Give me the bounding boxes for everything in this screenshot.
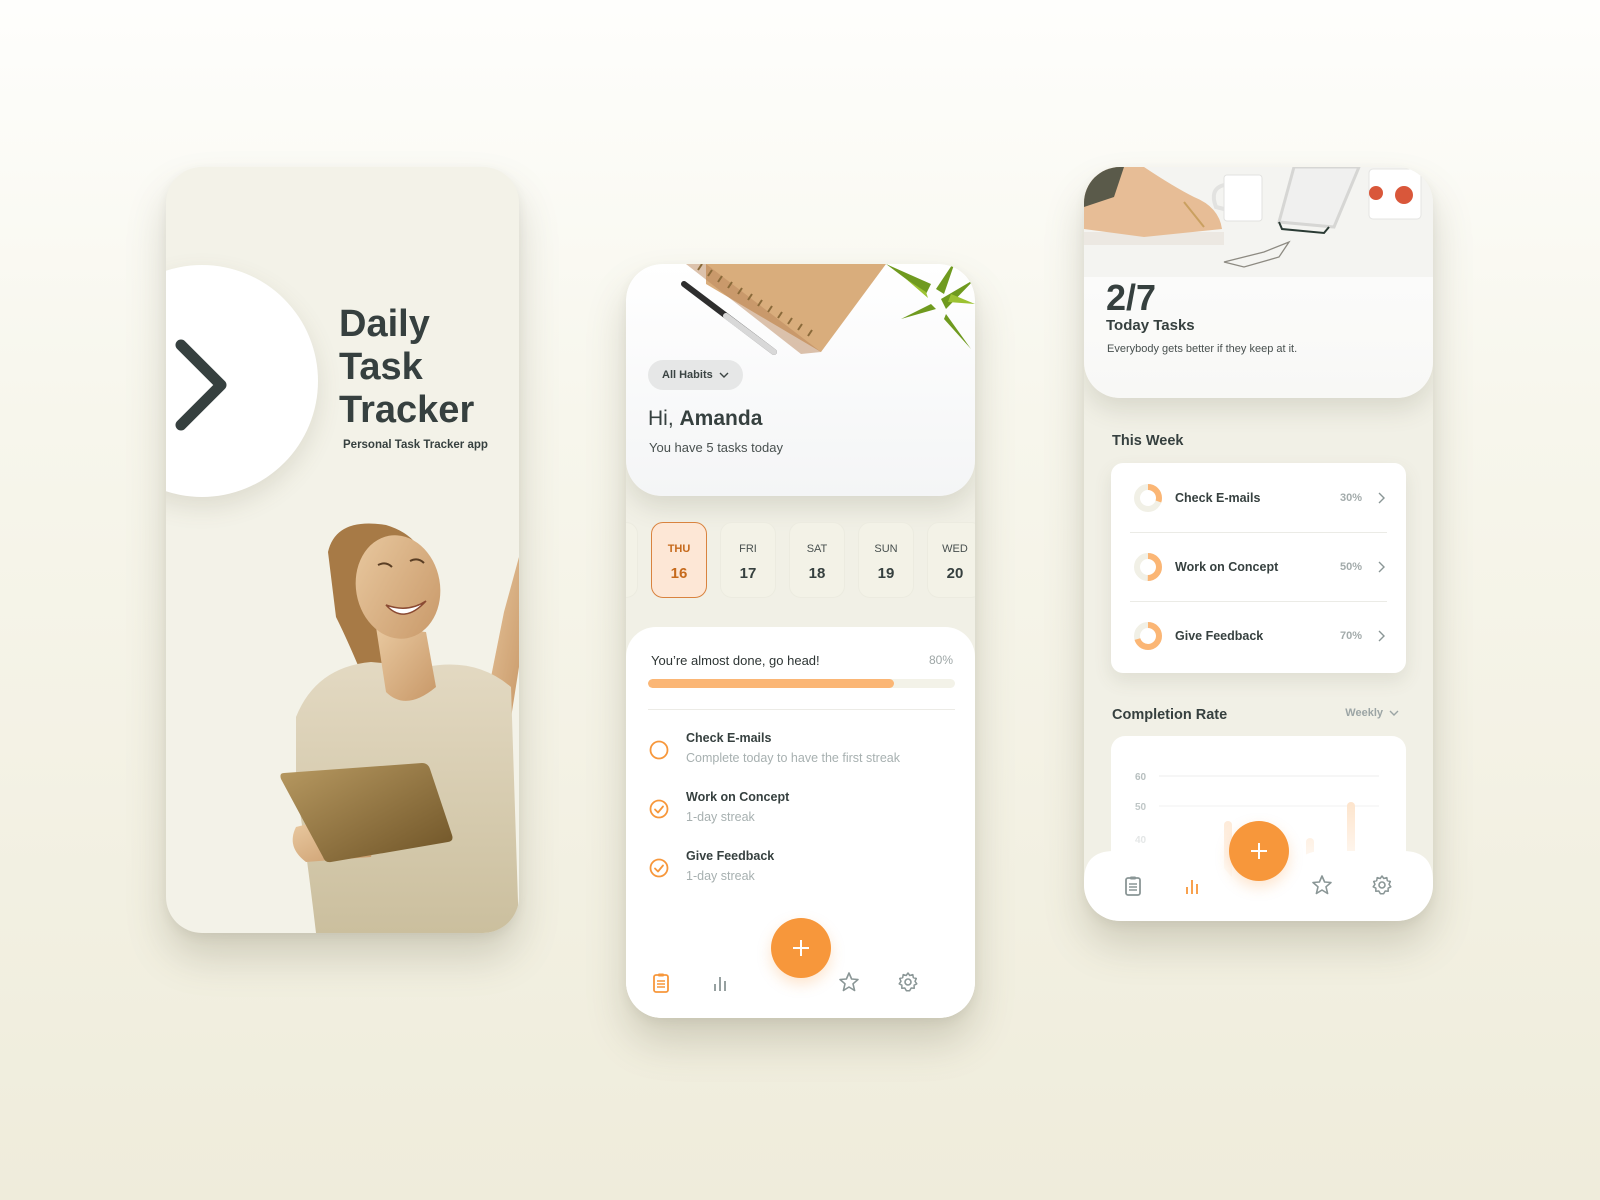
date-item-fri[interactable]: FRI 17 [720,522,776,598]
plus-icon [793,940,809,956]
task-name: Check E-mails [686,731,772,745]
bottom-nav [626,918,975,1018]
task-name: Work on Concept [686,790,790,804]
chevron-right-icon[interactable] [1376,560,1386,574]
app-title-line: Task [339,346,423,388]
home-screen: All Habits Hi, Amanda You have 5 tasks t… [626,264,975,1018]
week-item-percent: 30% [1339,492,1362,504]
habits-filter-dropdown[interactable]: All Habits [648,360,743,390]
date-item-sat[interactable]: SAT 18 [789,522,845,598]
stats-header: 2/7 Today Tasks Everybody gets better if… [1084,167,1433,398]
week-item-name: Check E-mails [1175,491,1261,505]
week-item-percent: 70% [1339,630,1362,642]
week-item-name: Work on Concept [1175,560,1279,574]
add-task-button[interactable] [771,918,831,978]
desk-writing-illustration [1084,167,1433,277]
date-dow: SUN [874,543,898,555]
task-item[interactable]: Work on Concept 1-day streak [648,790,948,834]
splash-screen: Daily Task Tracker Personal Task Tracker… [166,167,519,933]
circle-check-icon[interactable] [648,857,670,879]
date-item-partial[interactable] [626,522,638,598]
date-strip[interactable]: THU 16 FRI 17 SAT 18 SUN 19 WED 20 [626,522,975,600]
date-item-sun[interactable]: SUN 19 [858,522,914,598]
task-name: Give Feedback [686,849,775,863]
habits-filter-label: All Habits [662,369,713,381]
circle-check-icon[interactable] [648,798,670,820]
date-num: 20 [946,565,964,582]
date-dow: WED [942,543,968,555]
stats-screen: 2/7 Today Tasks Everybody gets better if… [1084,167,1433,921]
home-header: All Habits Hi, Amanda You have 5 tasks t… [626,264,975,496]
chevron-down-icon [1389,710,1399,716]
progress-ring-icon [1134,553,1162,581]
week-item-name: Give Feedback [1175,629,1264,643]
chevron-down-icon [719,372,729,378]
week-item[interactable]: Give Feedback 70% [1111,601,1406,669]
task-subtitle: 1-day streak [686,869,755,883]
progress-ring-icon [1134,622,1162,650]
task-subtitle: Complete today to have the first streak [686,751,900,765]
clipboard-icon[interactable] [650,972,672,994]
date-dow: THU [667,543,691,555]
circle-unchecked-icon[interactable] [648,739,670,761]
progress-ring-icon [1134,484,1162,512]
week-item-percent: 50% [1339,561,1362,573]
gear-icon[interactable] [1371,874,1393,896]
user-name: Amanda [679,407,763,430]
bar-chart-icon[interactable] [709,972,731,994]
today-tasks-count: 2/7 [1106,277,1157,318]
bar-chart-icon[interactable] [1181,875,1203,897]
greeting: Hi, Amanda [648,407,762,431]
date-item-thu[interactable]: THU 16 [651,522,707,598]
week-item[interactable]: Work on Concept 50% [1111,532,1406,600]
date-num: 19 [877,565,895,582]
app-title-line: Tracker [339,389,475,431]
progress-bar-fill [648,679,894,688]
chevron-right-icon[interactable] [1376,629,1386,643]
task-subtitle: 1-day streak [686,810,755,824]
progress-label: You’re almost done, go head! [651,653,820,668]
period-select[interactable]: Weekly [1345,707,1399,719]
greeting-prefix: Hi, [648,407,674,430]
app-title-line: Daily [339,303,430,345]
gear-icon[interactable] [897,971,919,993]
chevron-right-icon[interactable] [171,335,231,435]
divider [648,709,955,710]
week-item[interactable]: Check E-mails 30% [1111,463,1406,531]
date-dow: FRI [739,543,757,555]
date-dow: SAT [806,543,828,555]
bottom-nav [1084,821,1433,921]
clipboard-icon[interactable] [1122,875,1144,897]
period-select-value: Weekly [1345,707,1383,719]
today-tasks-label: Today Tasks [1106,317,1195,334]
chevron-right-icon[interactable] [1376,491,1386,505]
date-num: 16 [670,565,688,582]
date-num: 18 [808,565,826,582]
woman-with-tablet-illustration [280,523,519,933]
motivation-quote: Everybody gets better if they keep at it… [1107,343,1298,355]
progress-percent: 80% [928,653,953,667]
app-title: Daily Task Tracker [339,303,474,432]
add-task-button[interactable] [1229,821,1289,881]
completion-rate-title: Completion Rate [1112,707,1228,723]
this-week-card: Check E-mails 30% Work on Concept 50% Gi… [1111,463,1406,673]
this-week-title: This Week [1112,433,1184,449]
app-subtitle: Personal Task Tracker app [343,439,488,451]
tasks-summary: You have 5 tasks today [649,440,783,455]
star-icon[interactable] [838,971,860,993]
progress-bar [648,679,955,688]
date-num: 17 [739,565,757,582]
desk-notebook-illustration [681,264,975,355]
task-item[interactable]: Check E-mails Complete today to have the… [648,731,948,775]
date-item-wed[interactable]: WED 20 [927,522,975,598]
star-icon[interactable] [1311,874,1333,896]
plus-icon [1251,843,1267,859]
task-item[interactable]: Give Feedback 1-day streak [648,849,948,893]
y-tick-label: 60 [1135,772,1147,783]
